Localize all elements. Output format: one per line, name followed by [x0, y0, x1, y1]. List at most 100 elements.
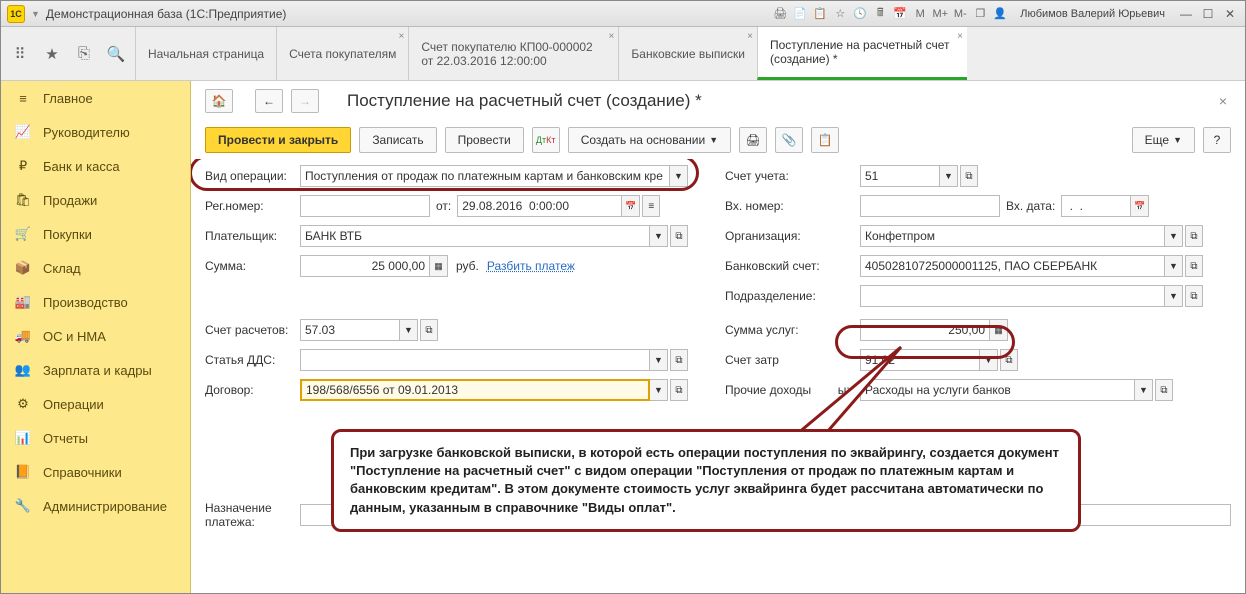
save-button[interactable]: Записать: [359, 127, 436, 153]
sum-calc[interactable]: ▦: [430, 255, 448, 277]
org-open[interactable]: ⧉: [1185, 225, 1203, 247]
dept-input[interactable]: [860, 285, 1165, 307]
list-button[interactable]: 📋: [811, 127, 839, 153]
m-btn[interactable]: M: [912, 6, 928, 22]
bank-acc-dropdown[interactable]: ▼: [1165, 255, 1183, 277]
cost-acc-open[interactable]: ⧉: [1000, 349, 1018, 371]
sum-input[interactable]: [300, 255, 430, 277]
account-dropdown[interactable]: ▼: [940, 165, 958, 187]
sidebar-item-main[interactable]: ≡Главное: [1, 81, 190, 115]
tb-icon-3[interactable]: 📋: [812, 6, 828, 22]
dtkt-button[interactable]: ДтКт: [532, 127, 560, 153]
minimize-button[interactable]: —: [1177, 6, 1195, 22]
maximize-button[interactable]: ☐: [1199, 6, 1217, 22]
search-icon[interactable]: 🔍: [107, 45, 125, 63]
post-and-close-button[interactable]: Провести и закрыть: [205, 127, 351, 153]
tab-invoice-detail[interactable]: Счет покупателю КП00-000002 от 22.03.201…: [408, 27, 618, 80]
calc-acc-open[interactable]: ⧉: [420, 319, 438, 341]
contract-open[interactable]: ⧉: [670, 379, 688, 401]
tb-icon-2[interactable]: 📄: [792, 6, 808, 22]
service-sum-input[interactable]: [860, 319, 990, 341]
tab-close-icon[interactable]: ×: [957, 31, 963, 42]
service-sum-calc[interactable]: ▦: [990, 319, 1008, 341]
history-icon[interactable]: 🕓: [852, 6, 868, 22]
sidebar-item-purchases[interactable]: 🛒Покупки: [1, 217, 190, 251]
dds-input[interactable]: [300, 349, 650, 371]
m-plus-btn[interactable]: M+: [932, 6, 948, 22]
org-dropdown[interactable]: ▼: [1165, 225, 1183, 247]
sidebar-item-operations[interactable]: ⚙Операции: [1, 387, 190, 421]
post-button[interactable]: Провести: [445, 127, 524, 153]
tab-close-icon[interactable]: ×: [399, 31, 405, 42]
print-button[interactable]: 🖨: [739, 127, 767, 153]
sidebar-item-admin[interactable]: 🔧Администрирование: [1, 489, 190, 523]
close-button[interactable]: ✕: [1221, 6, 1239, 22]
attach-button[interactable]: 📎: [775, 127, 803, 153]
cost-acc-input[interactable]: [860, 349, 980, 371]
op-type-input[interactable]: [300, 165, 670, 187]
contract-dropdown[interactable]: ▼: [650, 379, 668, 401]
tab-home[interactable]: Начальная страница: [135, 27, 276, 80]
date-extra[interactable]: ≡: [642, 195, 660, 217]
sidebar-item-reports[interactable]: 📊Отчеты: [1, 421, 190, 455]
page-close-button[interactable]: ×: [1215, 89, 1231, 113]
dds-dropdown[interactable]: ▼: [650, 349, 668, 371]
tab-close-icon[interactable]: ×: [609, 31, 615, 42]
calc-acc-dropdown[interactable]: ▼: [400, 319, 418, 341]
star-icon[interactable]: ☆: [832, 6, 848, 22]
tab-invoices[interactable]: Счета покупателям×: [276, 27, 408, 80]
date-input[interactable]: [457, 195, 622, 217]
contract-input[interactable]: [300, 379, 650, 401]
dept-dropdown[interactable]: ▼: [1165, 285, 1183, 307]
sidebar-item-sales[interactable]: 🛍Продажи: [1, 183, 190, 217]
sidebar-item-assets[interactable]: 🚚ОС и НМА: [1, 319, 190, 353]
sidebar-item-salary[interactable]: 👥Зарплата и кадры: [1, 353, 190, 387]
other-income-dropdown[interactable]: ▼: [1135, 379, 1153, 401]
m-minus-btn[interactable]: M-: [952, 6, 968, 22]
create-based-button[interactable]: Создать на основании▼: [568, 127, 731, 153]
sidebar-item-bank[interactable]: ₽Банк и касса: [1, 149, 190, 183]
payer-input[interactable]: [300, 225, 650, 247]
more-button[interactable]: Еще▼: [1132, 127, 1195, 153]
calendar-icon[interactable]: 📅: [892, 6, 908, 22]
reg-input[interactable]: [300, 195, 430, 217]
favorites-icon[interactable]: ★: [43, 45, 61, 63]
calc-icon[interactable]: 🖩: [872, 6, 888, 22]
op-type-dropdown[interactable]: ▼: [670, 165, 688, 187]
in-date-picker[interactable]: 📅: [1131, 195, 1149, 217]
org-input[interactable]: [860, 225, 1165, 247]
tb-icon-1[interactable]: 🖨: [772, 6, 788, 22]
cost-acc-dropdown[interactable]: ▼: [980, 349, 998, 371]
calc-acc-input[interactable]: [300, 319, 400, 341]
in-number-input[interactable]: [860, 195, 1000, 217]
date-picker[interactable]: 📅: [622, 195, 640, 217]
home-button[interactable]: 🏠: [205, 89, 233, 113]
dds-open[interactable]: ⧉: [670, 349, 688, 371]
help-button[interactable]: ?: [1203, 127, 1231, 153]
payer-open[interactable]: ⧉: [670, 225, 688, 247]
forward-button[interactable]: →: [291, 89, 319, 113]
windows-icon[interactable]: ❐: [972, 6, 988, 22]
sidebar-item-manager[interactable]: 📈Руководителю: [1, 115, 190, 149]
bank-acc-input[interactable]: [860, 255, 1165, 277]
apps-icon[interactable]: ⠿: [11, 45, 29, 63]
other-income-input[interactable]: [860, 379, 1135, 401]
clipboard-icon[interactable]: ⎘: [75, 45, 93, 63]
user-name[interactable]: Любимов Валерий Юрьевич: [1020, 8, 1165, 20]
tab-close-icon[interactable]: ×: [747, 31, 753, 42]
sidebar-item-warehouse[interactable]: 📦Склад: [1, 251, 190, 285]
in-date-input[interactable]: [1061, 195, 1131, 217]
dropdown-icon[interactable]: ▼: [31, 9, 40, 19]
sidebar-item-production[interactable]: 🏭Производство: [1, 285, 190, 319]
dept-open[interactable]: ⧉: [1185, 285, 1203, 307]
other-income-open[interactable]: ⧉: [1155, 379, 1173, 401]
tab-bank-statements[interactable]: Банковские выписки×: [618, 27, 757, 80]
tab-receipt-create[interactable]: Поступление на расчетный счет (создание)…: [757, 27, 967, 80]
bank-acc-open[interactable]: ⧉: [1185, 255, 1203, 277]
account-input[interactable]: [860, 165, 940, 187]
sidebar-item-directories[interactable]: 📙Справочники: [1, 455, 190, 489]
back-button[interactable]: ←: [255, 89, 283, 113]
account-open[interactable]: ⧉: [960, 165, 978, 187]
split-payment-link[interactable]: Разбить платеж: [487, 259, 575, 273]
payer-dropdown[interactable]: ▼: [650, 225, 668, 247]
